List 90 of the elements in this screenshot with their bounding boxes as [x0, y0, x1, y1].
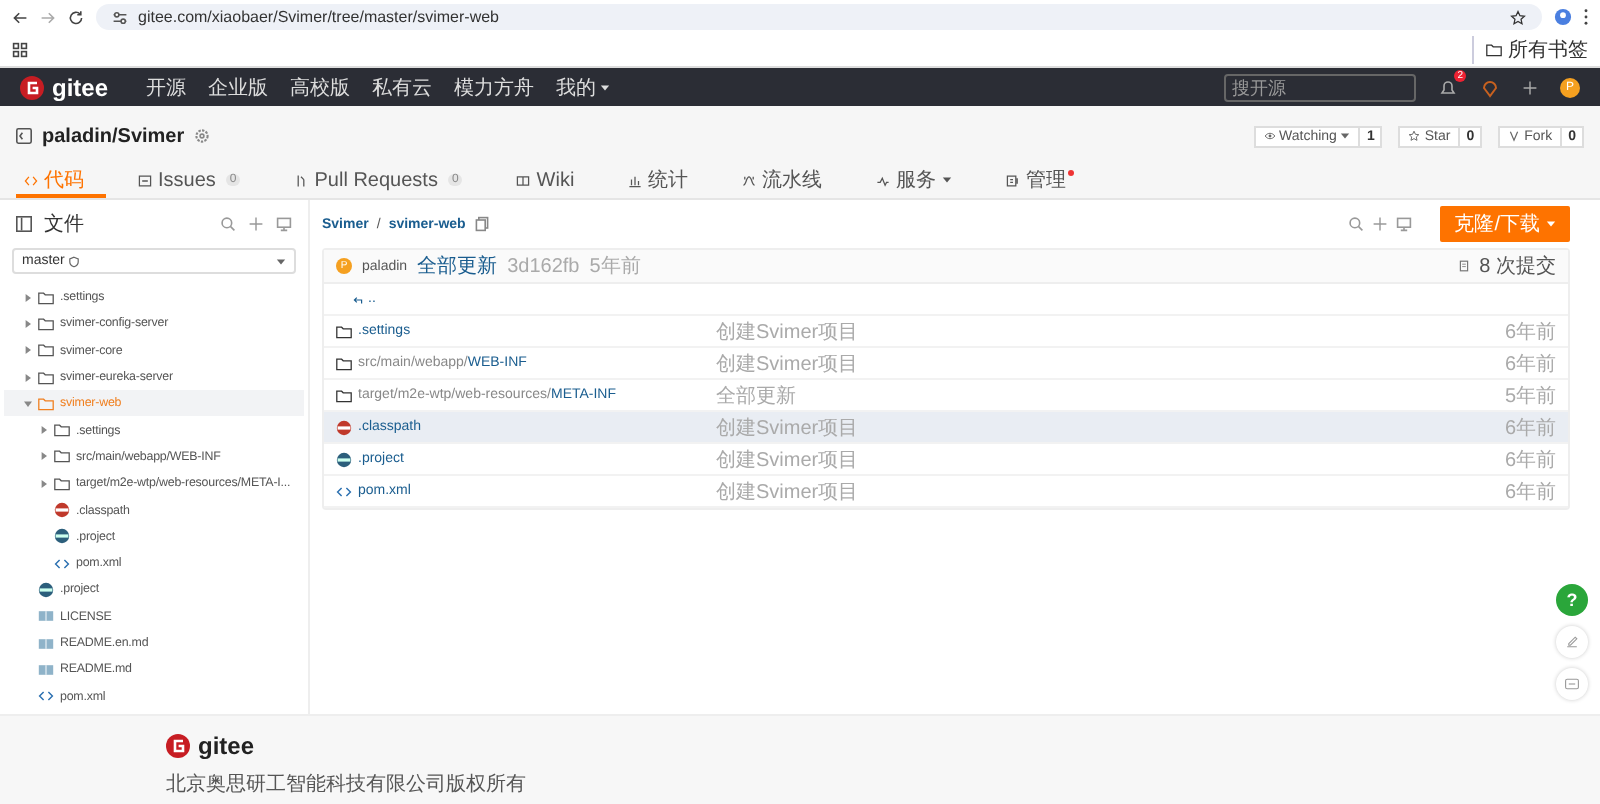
eclipse-icon	[336, 419, 352, 435]
caret-icon	[24, 399, 32, 408]
monitor-icon[interactable]	[1396, 216, 1413, 232]
url-text: gitee.com/xiaobaer/Svimer/tree/master/svimer-web	[138, 8, 500, 26]
caret-icon	[1340, 132, 1351, 140]
search-icon[interactable]	[1348, 216, 1365, 232]
book-icon	[38, 635, 54, 651]
message-icon	[1564, 676, 1580, 692]
bell-icon	[1438, 77, 1458, 97]
eye-icon	[1263, 130, 1276, 142]
star-icon	[1408, 130, 1421, 142]
caret-icon	[1546, 220, 1556, 228]
nav-link[interactable]: 企业版	[208, 73, 269, 101]
folder-icon	[1486, 42, 1502, 58]
logo-text[interactable]: gitee	[198, 732, 255, 760]
book-icon	[38, 661, 54, 678]
back-icon[interactable]	[12, 9, 28, 25]
address-bar[interactable]: gitee.com/xiaobaer/Svimer/tree/master/svimer-web	[96, 4, 1542, 30]
caret-icon	[24, 293, 32, 302]
fork-icon	[1508, 130, 1521, 142]
caret-icon	[24, 346, 32, 355]
repo-tab[interactable]: 统计	[620, 166, 711, 198]
repo-icon	[16, 128, 32, 144]
commit-time: 6年前	[1504, 479, 1556, 505]
caret-icon	[276, 257, 286, 265]
commit-count[interactable]: 8 次提交	[1479, 252, 1556, 280]
nav-link[interactable]: 开源	[146, 73, 187, 101]
copyright-text: 北京奥思研工智能科技有限公司版权所有	[166, 771, 526, 798]
commit-time: 6年前	[1504, 351, 1556, 377]
my-menu[interactable]: 我的	[556, 73, 611, 101]
nav-link[interactable]: 私有云	[372, 73, 433, 101]
reload-icon[interactable]	[68, 9, 84, 25]
caret-icon	[24, 319, 32, 328]
globe-icon	[54, 528, 70, 545]
plus-icon[interactable]	[1372, 216, 1389, 232]
commit-time: 5年前	[1504, 383, 1556, 409]
globe-icon	[336, 451, 352, 467]
eclipse-icon	[54, 502, 70, 519]
panel-icon[interactable]	[16, 216, 32, 232]
tune-icon	[112, 9, 128, 25]
bar-chart-icon	[628, 173, 643, 187]
return-arrow-icon	[352, 293, 364, 305]
message-button[interactable]	[1556, 668, 1588, 700]
pulse-icon	[876, 173, 891, 187]
forward-icon[interactable]	[40, 9, 56, 25]
issue-icon	[138, 173, 152, 187]
copy-icon[interactable]	[473, 216, 490, 232]
pin-icon[interactable]	[1480, 77, 1500, 97]
book-icon	[516, 173, 531, 187]
nav-link[interactable]: 高校版	[290, 73, 351, 101]
repo-tab[interactable]: 服务	[868, 166, 975, 198]
nav-link[interactable]: 模力方舟	[454, 73, 535, 101]
commit-time: 6年前	[1504, 447, 1556, 473]
bookmarks-folder[interactable]: 所有书签	[1472, 36, 1588, 64]
edit-button[interactable]	[1556, 626, 1588, 658]
commit-message[interactable]: 全部更新	[417, 252, 498, 280]
star-icon[interactable]	[1510, 9, 1526, 25]
code-icon	[24, 173, 38, 187]
plus-icon[interactable]	[1522, 79, 1538, 95]
plus-icon[interactable]	[248, 216, 264, 232]
document-icon	[1457, 260, 1470, 272]
commit-time: 6年前	[1504, 415, 1556, 441]
commit-time: 6年前	[1504, 319, 1556, 345]
code-icon	[54, 555, 70, 572]
logo-icon[interactable]	[166, 734, 190, 758]
caret-icon	[40, 479, 48, 488]
profile-icon[interactable]	[1554, 8, 1572, 26]
caret-icon	[24, 373, 32, 382]
shield-icon	[68, 255, 81, 267]
logo-icon[interactable]	[20, 75, 44, 99]
repo-tab[interactable]: Wiki	[508, 166, 597, 198]
edit-icon	[1564, 634, 1580, 650]
repo-tab[interactable]: 流水线	[734, 166, 845, 198]
commit-time: 5年前	[589, 254, 641, 280]
code-icon	[38, 688, 54, 705]
book-icon	[38, 608, 54, 625]
repo-tab[interactable]: 管理	[998, 166, 1089, 198]
globe-icon	[38, 581, 54, 598]
search-field[interactable]: 搜开源	[1224, 73, 1416, 101]
settings-icon[interactable]	[194, 128, 211, 144]
monitor-icon[interactable]	[276, 216, 292, 232]
apps-icon[interactable]	[12, 42, 28, 58]
repo-name[interactable]: paladin/Svimer	[42, 125, 185, 147]
code-icon	[336, 483, 352, 499]
logo-text[interactable]: gitee	[52, 73, 109, 101]
caret-icon	[600, 83, 611, 91]
search-icon[interactable]	[220, 216, 236, 232]
caret-icon	[40, 452, 48, 461]
caret-icon	[40, 426, 48, 435]
files-title: 文件	[44, 211, 84, 238]
